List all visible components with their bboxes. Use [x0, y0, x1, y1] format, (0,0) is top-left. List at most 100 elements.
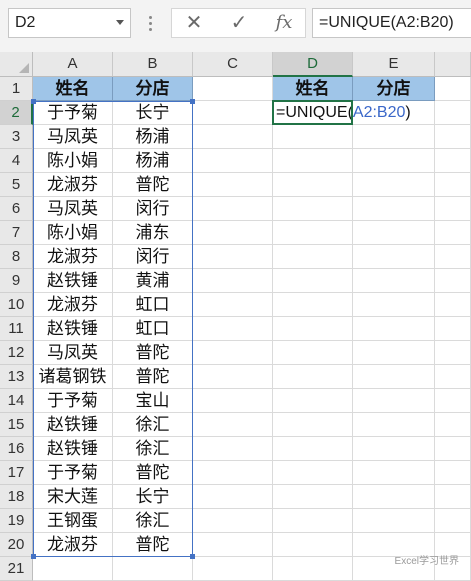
row-header-5[interactable]: 5 [0, 173, 33, 197]
cell-e5[interactable] [353, 173, 435, 197]
data-cell-name[interactable]: 王钢蛋 [33, 509, 113, 533]
row-header-8[interactable]: 8 [0, 245, 33, 269]
cell-d10[interactable] [273, 293, 353, 317]
data-cell-branch[interactable]: 闵行 [113, 197, 193, 221]
cell-c11[interactable] [193, 317, 273, 341]
data-cell-name[interactable]: 诸葛钢铁 [33, 365, 113, 389]
column-header-d[interactable]: D [273, 52, 353, 77]
cell-c1[interactable] [193, 77, 273, 101]
cell-f8[interactable] [435, 245, 471, 269]
cell-d14[interactable] [273, 389, 353, 413]
cell-f1[interactable] [435, 77, 471, 101]
range-corner-handle[interactable] [31, 99, 36, 104]
data-cell-name[interactable]: 于予菊 [33, 461, 113, 485]
data-cell-branch[interactable]: 普陀 [113, 533, 193, 557]
column-header-e[interactable]: E [353, 52, 435, 77]
active-cell-editor[interactable]: =UNIQUE(A2:B20) [273, 101, 453, 125]
data-cell-branch[interactable]: 虹口 [113, 293, 193, 317]
cell-a21[interactable] [33, 557, 113, 581]
cell-c16[interactable] [193, 437, 273, 461]
row-header-2[interactable]: 2 [0, 101, 33, 125]
cell-c5[interactable] [193, 173, 273, 197]
cell-e13[interactable] [353, 365, 435, 389]
cell-f11[interactable] [435, 317, 471, 341]
cell-d18[interactable] [273, 485, 353, 509]
row-header-11[interactable]: 11 [0, 317, 33, 341]
data-cell-name[interactable]: 赵铁锤 [33, 413, 113, 437]
row-header-18[interactable]: 18 [0, 485, 33, 509]
header-cell-branch-b[interactable]: 分店 [113, 77, 193, 101]
cell-d16[interactable] [273, 437, 353, 461]
cell-c4[interactable] [193, 149, 273, 173]
data-cell-branch[interactable]: 长宁 [113, 485, 193, 509]
row-header-17[interactable]: 17 [0, 461, 33, 485]
data-cell-branch[interactable]: 徐汇 [113, 437, 193, 461]
cell-f10[interactable] [435, 293, 471, 317]
data-cell-branch[interactable]: 虹口 [113, 317, 193, 341]
column-header-f[interactable] [435, 52, 471, 77]
cell-f5[interactable] [435, 173, 471, 197]
cell-c13[interactable] [193, 365, 273, 389]
row-header-4[interactable]: 4 [0, 149, 33, 173]
data-cell-name[interactable]: 龙淑芬 [33, 293, 113, 317]
enter-icon[interactable]: ✓ [219, 9, 259, 37]
row-header-15[interactable]: 15 [0, 413, 33, 437]
cell-e10[interactable] [353, 293, 435, 317]
data-cell-branch[interactable]: 普陀 [113, 461, 193, 485]
cell-e3[interactable] [353, 125, 435, 149]
cell-f3[interactable] [435, 125, 471, 149]
header-cell-name-d[interactable]: 姓名 [273, 77, 353, 101]
cell-f17[interactable] [435, 461, 471, 485]
cell-d17[interactable] [273, 461, 353, 485]
data-cell-name[interactable]: 龙淑芬 [33, 173, 113, 197]
insert-function-icon[interactable]: fx [264, 9, 304, 37]
cell-d7[interactable] [273, 221, 353, 245]
cell-e18[interactable] [353, 485, 435, 509]
cell-c15[interactable] [193, 413, 273, 437]
cell-c14[interactable] [193, 389, 273, 413]
data-cell-branch[interactable]: 宝山 [113, 389, 193, 413]
data-cell-branch[interactable]: 徐汇 [113, 509, 193, 533]
cell-d15[interactable] [273, 413, 353, 437]
cell-f15[interactable] [435, 413, 471, 437]
cell-e12[interactable] [353, 341, 435, 365]
data-cell-branch[interactable]: 闵行 [113, 245, 193, 269]
data-cell-name[interactable]: 龙淑芬 [33, 533, 113, 557]
data-cell-branch[interactable]: 普陀 [113, 173, 193, 197]
data-cell-name[interactable]: 赵铁锤 [33, 437, 113, 461]
cell-e14[interactable] [353, 389, 435, 413]
row-header-21[interactable]: 21 [0, 557, 33, 581]
header-cell-name-a[interactable]: 姓名 [33, 77, 113, 101]
data-cell-name[interactable]: 龙淑芬 [33, 245, 113, 269]
cell-e8[interactable] [353, 245, 435, 269]
row-header-3[interactable]: 3 [0, 125, 33, 149]
cell-c9[interactable] [193, 269, 273, 293]
data-cell-branch[interactable]: 杨浦 [113, 125, 193, 149]
cell-f18[interactable] [435, 485, 471, 509]
cell-f9[interactable] [435, 269, 471, 293]
cell-d3[interactable] [273, 125, 353, 149]
cell-c6[interactable] [193, 197, 273, 221]
row-header-12[interactable]: 12 [0, 341, 33, 365]
cell-e17[interactable] [353, 461, 435, 485]
row-header-13[interactable]: 13 [0, 365, 33, 389]
grip-dots-icon[interactable] [149, 16, 153, 32]
row-header-9[interactable]: 9 [0, 269, 33, 293]
cell-e19[interactable] [353, 509, 435, 533]
data-cell-name[interactable]: 陈小娟 [33, 221, 113, 245]
column-header-b[interactable]: B [113, 52, 193, 77]
data-cell-branch[interactable]: 普陀 [113, 341, 193, 365]
data-cell-branch[interactable]: 普陀 [113, 365, 193, 389]
data-cell-name[interactable]: 陈小娟 [33, 149, 113, 173]
cell-c20[interactable] [193, 533, 273, 557]
column-header-a[interactable]: A [33, 52, 113, 77]
data-cell-name[interactable]: 马凤英 [33, 341, 113, 365]
row-header-7[interactable]: 7 [0, 221, 33, 245]
data-cell-name[interactable]: 赵铁锤 [33, 317, 113, 341]
range-corner-handle[interactable] [190, 554, 195, 559]
cell-d19[interactable] [273, 509, 353, 533]
cell-f6[interactable] [435, 197, 471, 221]
data-cell-name[interactable]: 赵铁锤 [33, 269, 113, 293]
cell-e6[interactable] [353, 197, 435, 221]
name-box[interactable]: D2 [8, 8, 131, 38]
